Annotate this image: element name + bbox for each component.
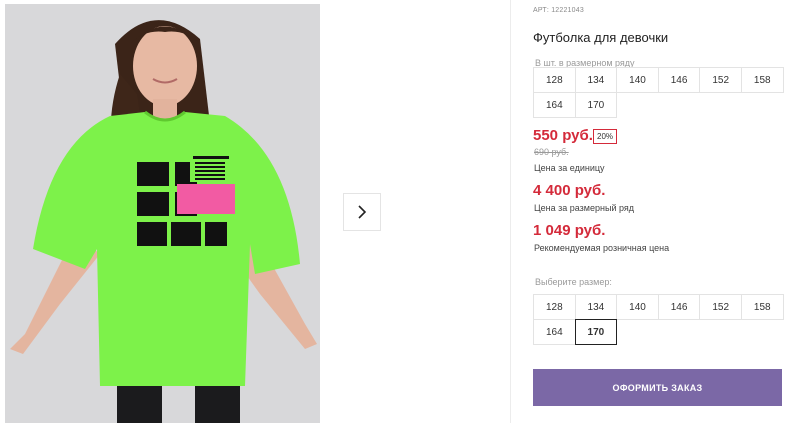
size-option[interactable]: 152 bbox=[699, 294, 742, 320]
size-row-cell: 128 bbox=[533, 67, 576, 93]
unit-price: 550 руб. bbox=[533, 127, 593, 144]
size-row-cell: 134 bbox=[574, 67, 618, 93]
size-row-cell: 164 bbox=[533, 92, 576, 118]
row-price: 4 400 руб. bbox=[533, 182, 606, 199]
row-price-note: Цена за размерный ряд bbox=[534, 203, 635, 213]
size-option[interactable]: 128 bbox=[533, 294, 576, 320]
article-number: АРТ: 12221043 bbox=[533, 7, 584, 14]
girl-in-tshirt-image bbox=[5, 4, 320, 423]
product-gallery bbox=[0, 0, 510, 423]
size-row-cell: 158 bbox=[740, 67, 784, 93]
chevron-right-icon bbox=[358, 205, 367, 219]
unit-price-note: Цена за единицу bbox=[534, 163, 605, 173]
product-title: Футболка для девочки bbox=[533, 30, 669, 45]
size-row-grid: 128 134 140 146 152 158 164 170 bbox=[533, 67, 784, 118]
order-button[interactable]: ОФОРМИТЬ ЗАКАЗ bbox=[533, 369, 782, 406]
size-option[interactable]: 140 bbox=[616, 294, 659, 320]
size-option-selected[interactable]: 170 bbox=[574, 319, 618, 345]
retail-price-note: Рекомендуемая розничная цена bbox=[534, 243, 670, 253]
discount-badge: 20% bbox=[593, 129, 618, 144]
size-row-cell: 146 bbox=[657, 67, 701, 93]
old-price: 690 руб. bbox=[534, 147, 569, 157]
size-option[interactable]: 134 bbox=[574, 294, 618, 320]
vertical-divider bbox=[510, 0, 511, 423]
size-select-grid: 128 134 140 146 152 158 164 170 bbox=[533, 294, 784, 345]
size-option[interactable]: 158 bbox=[740, 294, 784, 320]
size-option[interactable]: 146 bbox=[657, 294, 701, 320]
product-photo[interactable] bbox=[5, 4, 320, 423]
size-row-cell: 140 bbox=[616, 67, 659, 93]
retail-price: 1 049 руб. bbox=[533, 222, 606, 239]
size-option[interactable]: 164 bbox=[533, 319, 576, 345]
size-select-label: Выберите размер: bbox=[535, 277, 612, 287]
size-row-cell: 170 bbox=[574, 92, 618, 118]
size-row-cell: 152 bbox=[699, 67, 742, 93]
gallery-next-button[interactable] bbox=[343, 193, 381, 231]
